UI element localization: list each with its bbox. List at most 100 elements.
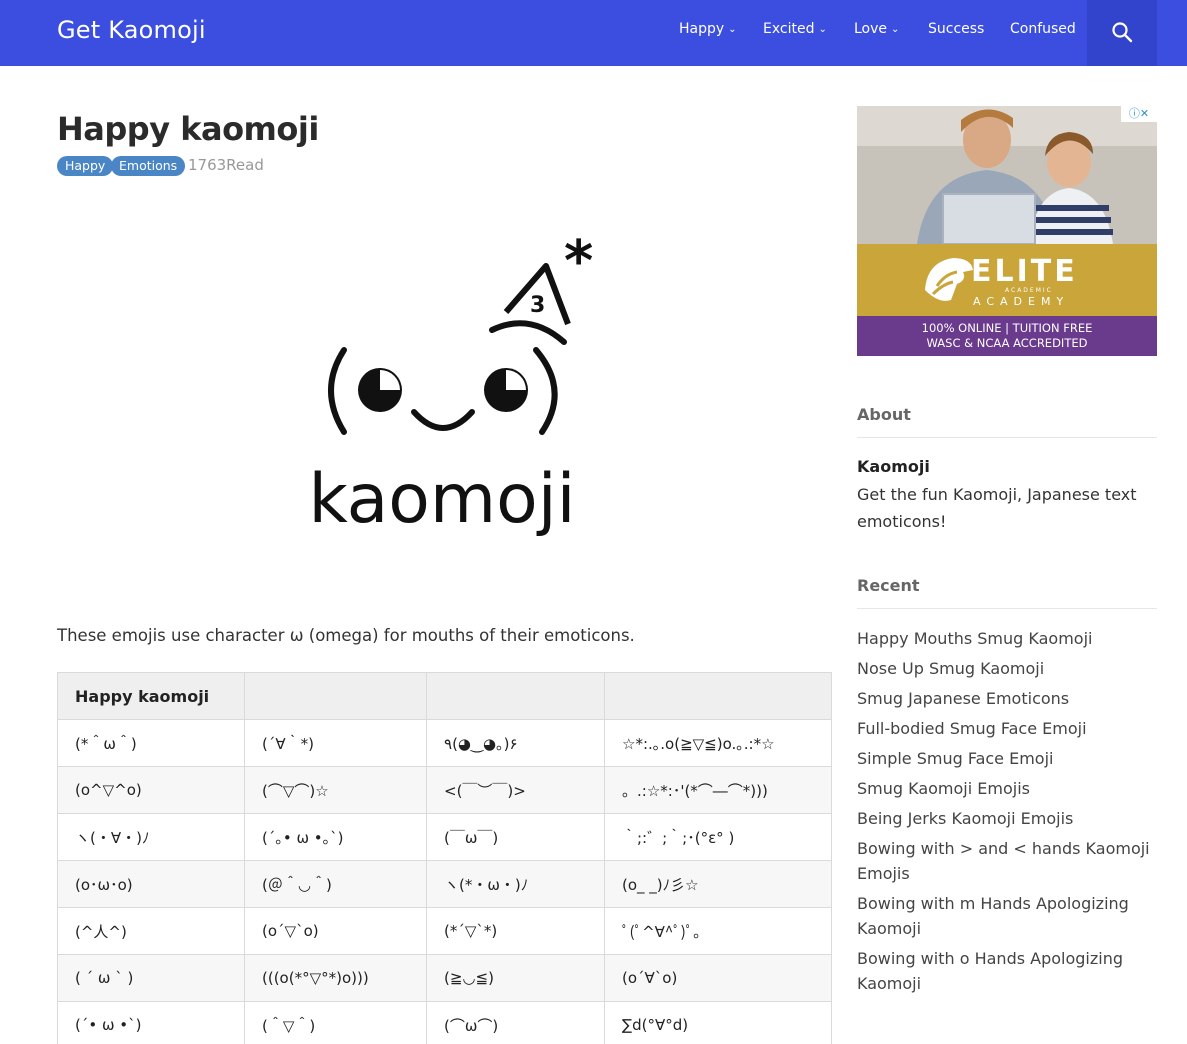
ad-brand-name: ELITE — [971, 254, 1078, 289]
divider — [857, 608, 1157, 609]
hat-number: 3 — [530, 293, 545, 318]
kaomoji-logo: 3 * kaomoji — [310, 230, 593, 539]
kaomoji-table: Happy kaomoji (*＾ω＾) (´∀｀*) ٩(◕‿◕｡)۶ ☆*:… — [57, 672, 832, 1044]
about-name: Kaomoji — [857, 457, 930, 476]
divider — [857, 437, 1157, 438]
site-logo[interactable]: Get Kaomoji — [57, 16, 206, 44]
kaomoji-cell[interactable]: (￣ω￣) — [426, 813, 605, 861]
table-row: (´• ω •`) (＾▽＾) (⌒ω⌒) ∑d(°∀°d) — [57, 1001, 832, 1044]
ad-line: 100% ONLINE | TUITION FREE — [921, 321, 1093, 335]
kaomoji-cell[interactable]: (⌒ω⌒) — [426, 1001, 605, 1044]
kaomoji-cell[interactable]: (((o(*°▽°*)o))) — [244, 954, 427, 1002]
ad-brand-sub: ACADEMY — [973, 295, 1070, 308]
recent-post-link[interactable]: Smug Kaomoji Emojis — [857, 776, 1157, 801]
recent-post-link[interactable]: Being Jerks Kaomoji Emojis — [857, 806, 1157, 831]
recent-post-link[interactable]: Bowing with o Hands Apologizing Kaomoji — [857, 946, 1157, 996]
kaomoji-cell[interactable]: ﾟ(ﾟ^∀^ﾟ)ﾟ｡ — [604, 907, 832, 955]
recent-heading: Recent — [857, 576, 920, 595]
left-eye-shine — [380, 370, 400, 390]
nav-item-label: Excited — [763, 21, 815, 37]
tag-emotions[interactable]: Emotions — [111, 156, 186, 176]
nav-item-confused[interactable]: Confused — [1010, 21, 1076, 37]
left-bracket — [328, 347, 347, 435]
kaomoji-cell[interactable]: (＠＾◡＾) — [244, 860, 427, 908]
search-icon — [1112, 22, 1133, 43]
kaomoji-cell[interactable]: (⌒▽⌒)☆ — [244, 766, 427, 814]
chevron-down-icon: ⌄ — [818, 24, 827, 35]
page-title: Happy kaomoji — [57, 110, 319, 148]
kaomoji-cell[interactable]: (o^▽^o) — [57, 766, 245, 814]
ad-photo — [857, 106, 1157, 245]
about-heading: About — [857, 405, 911, 424]
ad-brand-sub: ACADEMIC — [1005, 287, 1053, 294]
logo-wordmark: kaomoji — [310, 460, 576, 539]
recent-post-link[interactable]: Full-bodied Smug Face Emoji — [857, 716, 1157, 741]
column-header — [244, 672, 427, 720]
ad-line: WASC & NCAA ACCREDITED — [926, 336, 1088, 350]
table-header-row: Happy kaomoji — [57, 672, 832, 720]
column-header — [426, 672, 605, 720]
kaomoji-cell[interactable]: (o´▽`o) — [244, 907, 427, 955]
nav-item-label: Love — [854, 21, 888, 37]
nav-item-happy[interactable]: Happy ⌄ — [679, 21, 737, 37]
kaomoji-cell[interactable]: ヽ(*・ω・)ﾉ — [426, 860, 605, 908]
recent-post-link[interactable]: Bowing with m Hands Apologizing Kaomoji — [857, 891, 1157, 941]
kaomoji-cell[interactable]: ∑d(°∀°d) — [604, 1001, 832, 1044]
nav-item-label: Happy — [679, 21, 725, 37]
about-text: Get the fun Kaomoji, Japanese text emoti… — [857, 485, 1137, 531]
recent-post-link[interactable]: Nose Up Smug Kaomoji — [857, 656, 1157, 681]
chevron-down-icon: ⌄ — [728, 24, 737, 35]
kaomoji-cell[interactable]: (o´∀`o) — [604, 954, 832, 1002]
kaomoji-cell[interactable]: (*＾ω＾) — [57, 719, 245, 767]
kaomoji-cell[interactable]: (^人^) — [57, 907, 245, 955]
nav-item-label: Confused — [1010, 21, 1076, 37]
kaomoji-cell[interactable]: (´∀｀*) — [244, 719, 427, 767]
column-header: Happy kaomoji — [57, 672, 245, 720]
kaomoji-cell[interactable]: (≧◡≦) — [426, 954, 605, 1002]
ad-photo-illustration — [857, 106, 1157, 245]
recent-post-link[interactable]: Bowing with > and < hands Kaomoji Emojis — [857, 836, 1157, 886]
ad-footer: 100% ONLINE | TUITION FREE WASC & NCAA A… — [857, 316, 1157, 356]
smile-mouth — [411, 409, 475, 431]
eagle-logo-icon — [925, 258, 973, 301]
table-row: ヽ(・∀・)ﾉ (´｡• ω •｡`) (￣ω￣) ｀;:゛;｀;･(°ε° ) — [57, 813, 832, 861]
read-count: 1763Read — [188, 156, 264, 174]
kaomoji-cell[interactable]: ٩(◕‿◕｡)۶ — [426, 719, 605, 767]
tag-happy[interactable]: Happy — [57, 156, 114, 176]
table-row: (o^▽^o) (⌒▽⌒)☆ <(￣︶￣)> 。.:☆*:･'(*⌒―⌒*))) — [57, 766, 832, 814]
chevron-down-icon: ⌄ — [891, 24, 900, 35]
nav-item-excited[interactable]: Excited ⌄ — [763, 21, 827, 37]
advertisement-banner[interactable]: ELITE ACADEMIC ACADEMY 100% ONLINE | TUI… — [857, 106, 1157, 356]
kaomoji-cell[interactable]: ヽ(・∀・)ﾉ — [57, 813, 245, 861]
hat-star: * — [564, 230, 593, 294]
recent-posts-list: Happy Mouths Smug Kaomoji Nose Up Smug K… — [857, 626, 1157, 1001]
hat-brim — [489, 320, 567, 345]
nav-item-love[interactable]: Love ⌄ — [854, 21, 899, 37]
kaomoji-cell[interactable]: ☆*:.｡.o(≧▽≦)o.｡.:*☆ — [604, 719, 832, 767]
kaomoji-cell[interactable]: ｀;:゛;｀;･(°ε° ) — [604, 813, 832, 861]
table-row: (*＾ω＾) (´∀｀*) ٩(◕‿◕｡)۶ ☆*:.｡.o(≧▽≦)o.｡.:… — [57, 719, 832, 767]
kaomoji-cell[interactable]: (＾▽＾) — [244, 1001, 427, 1044]
kaomoji-cell[interactable]: (´• ω •`) — [57, 1001, 245, 1044]
recent-post-link[interactable]: Simple Smug Face Emoji — [857, 746, 1157, 771]
nav-item-success[interactable]: Success — [928, 21, 984, 37]
kaomoji-cell[interactable]: 。.:☆*:･'(*⌒―⌒*))) — [604, 766, 832, 814]
table-row: (o･ω･o) (＠＾◡＾) ヽ(*・ω・)ﾉ (o_ _)ﾉ彡☆ — [57, 860, 832, 908]
right-bracket — [533, 347, 558, 435]
nav-item-label: Success — [928, 21, 985, 37]
kaomoji-cell[interactable]: (*´▽`*) — [426, 907, 605, 955]
search-button[interactable] — [1087, 0, 1157, 66]
intro-text: These emojis use character ω (omega) for… — [57, 626, 635, 645]
kaomoji-cell[interactable]: <(￣︶￣)> — [426, 766, 605, 814]
right-eye-shine — [506, 370, 526, 390]
column-header — [604, 672, 832, 720]
table-row: ( ´ ω ` ) (((o(*°▽°*)o))) (≧◡≦) (o´∀`o) — [57, 954, 832, 1002]
recent-post-link[interactable]: Happy Mouths Smug Kaomoji — [857, 626, 1157, 651]
recent-post-link[interactable]: Smug Japanese Emoticons — [857, 686, 1157, 711]
kaomoji-cell[interactable]: (o･ω･o) — [57, 860, 245, 908]
kaomoji-cell[interactable]: (´｡• ω •｡`) — [244, 813, 427, 861]
table-row: (^人^) (o´▽`o) (*´▽`*) ﾟ(ﾟ^∀^ﾟ)ﾟ｡ — [57, 907, 832, 955]
kaomoji-cell[interactable]: ( ´ ω ` ) — [57, 954, 245, 1002]
kaomoji-cell[interactable]: (o_ _)ﾉ彡☆ — [604, 860, 832, 908]
ad-close-icon[interactable]: ⓘ✕ — [1121, 106, 1157, 122]
